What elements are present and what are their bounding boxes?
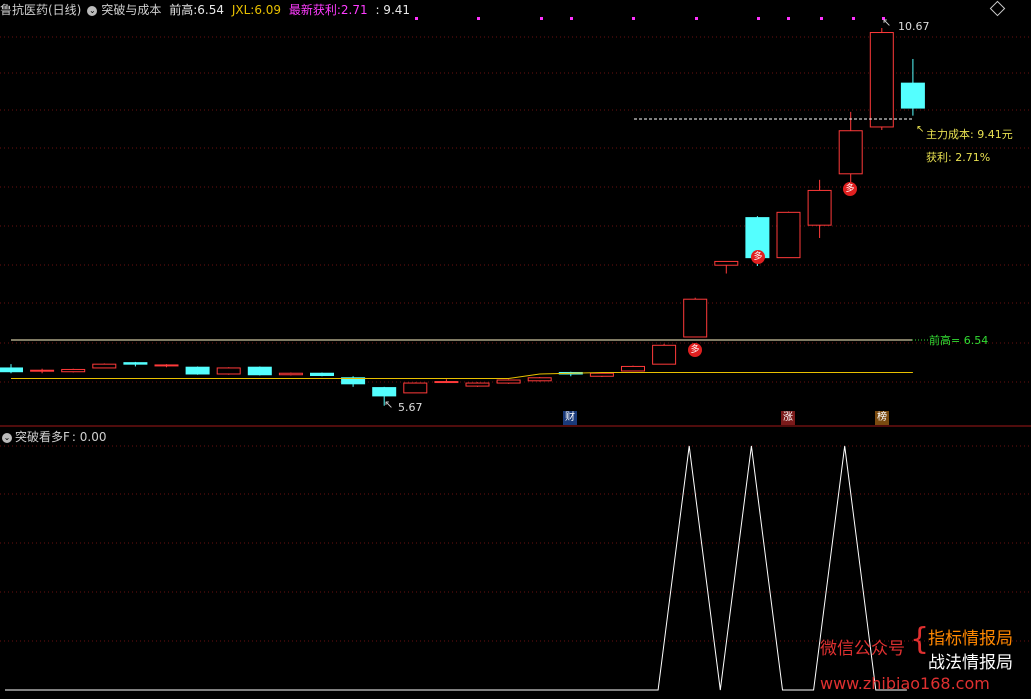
candle-body — [838, 130, 863, 175]
marker-dot — [632, 17, 635, 20]
low-arrow-icon: ↖ — [384, 398, 394, 411]
candle-body — [527, 377, 552, 382]
candle-body — [589, 372, 614, 377]
tag-zhang[interactable]: 涨 — [781, 411, 795, 425]
candle-body — [900, 82, 925, 109]
profit-annotation: 获利: 2.71% — [926, 151, 991, 164]
marker-dot — [570, 17, 573, 20]
watermark-right-top: 指标情报局 — [928, 629, 1013, 649]
tag-cai[interactable]: 财 — [563, 411, 577, 425]
low-price-label: 5.67 — [398, 401, 423, 414]
duo-marker: 多 — [751, 250, 765, 264]
marker-dot — [787, 17, 790, 20]
sub-panel-header: ⌄ 突破看多F: 0.00 — [0, 428, 106, 445]
candle-body — [216, 367, 241, 375]
candle-body — [714, 260, 739, 266]
jxl-line — [11, 371, 913, 380]
candle-body — [310, 372, 334, 377]
candle-body — [61, 368, 86, 373]
duo-marker: 多 — [843, 182, 857, 196]
marker-dot — [852, 17, 855, 20]
candle-body — [465, 382, 490, 387]
sub-panel-value: : 0.00 — [71, 430, 107, 444]
candle-body — [92, 363, 117, 369]
candle-body — [278, 372, 303, 376]
duo-marker: 多 — [688, 343, 702, 357]
watermark-url: www.zhibiao168.com — [820, 674, 990, 693]
candle-body — [0, 367, 23, 373]
candle-body — [247, 366, 272, 376]
candle-body — [185, 366, 210, 375]
candle-body — [372, 387, 397, 397]
marker-dot — [820, 17, 823, 20]
candle-body — [652, 344, 677, 365]
marker-dot — [477, 17, 480, 20]
signal-line — [5, 445, 907, 691]
candle-body — [869, 32, 894, 128]
cost-arrow-icon: ↖ — [916, 124, 925, 135]
watermark-left: 微信公众号 — [820, 639, 905, 659]
main-chart — [0, 17, 1031, 691]
high-arrow-icon: ↖ — [882, 16, 892, 29]
candle-body — [434, 381, 459, 384]
candle-body — [683, 298, 708, 338]
candle-body — [30, 369, 55, 372]
prev-high-annotation: 前高= 6.54 — [929, 334, 989, 347]
marker-dot — [540, 17, 543, 20]
marker-dot — [415, 17, 418, 20]
candle-body — [807, 189, 832, 226]
watermark-right-bottom: 战法情报局 — [928, 653, 1013, 673]
candle-body — [621, 365, 645, 372]
tag-bang[interactable]: 榜 — [875, 411, 889, 425]
dropdown-circle-icon[interactable]: ⌄ — [2, 432, 12, 443]
high-price-label: 10.67 — [898, 20, 930, 33]
candle-body — [776, 211, 801, 259]
marker-dot — [695, 17, 698, 20]
candle-body — [403, 382, 428, 394]
marker-dot — [757, 17, 760, 20]
brace-icon: { — [910, 622, 930, 657]
sub-panel-title[interactable]: 突破看多F — [15, 430, 70, 444]
candle-body — [496, 379, 521, 384]
cost-annotation: 主力成本: 9.41元 — [926, 128, 1013, 141]
candle-body — [154, 364, 179, 367]
candle-body — [123, 362, 148, 365]
